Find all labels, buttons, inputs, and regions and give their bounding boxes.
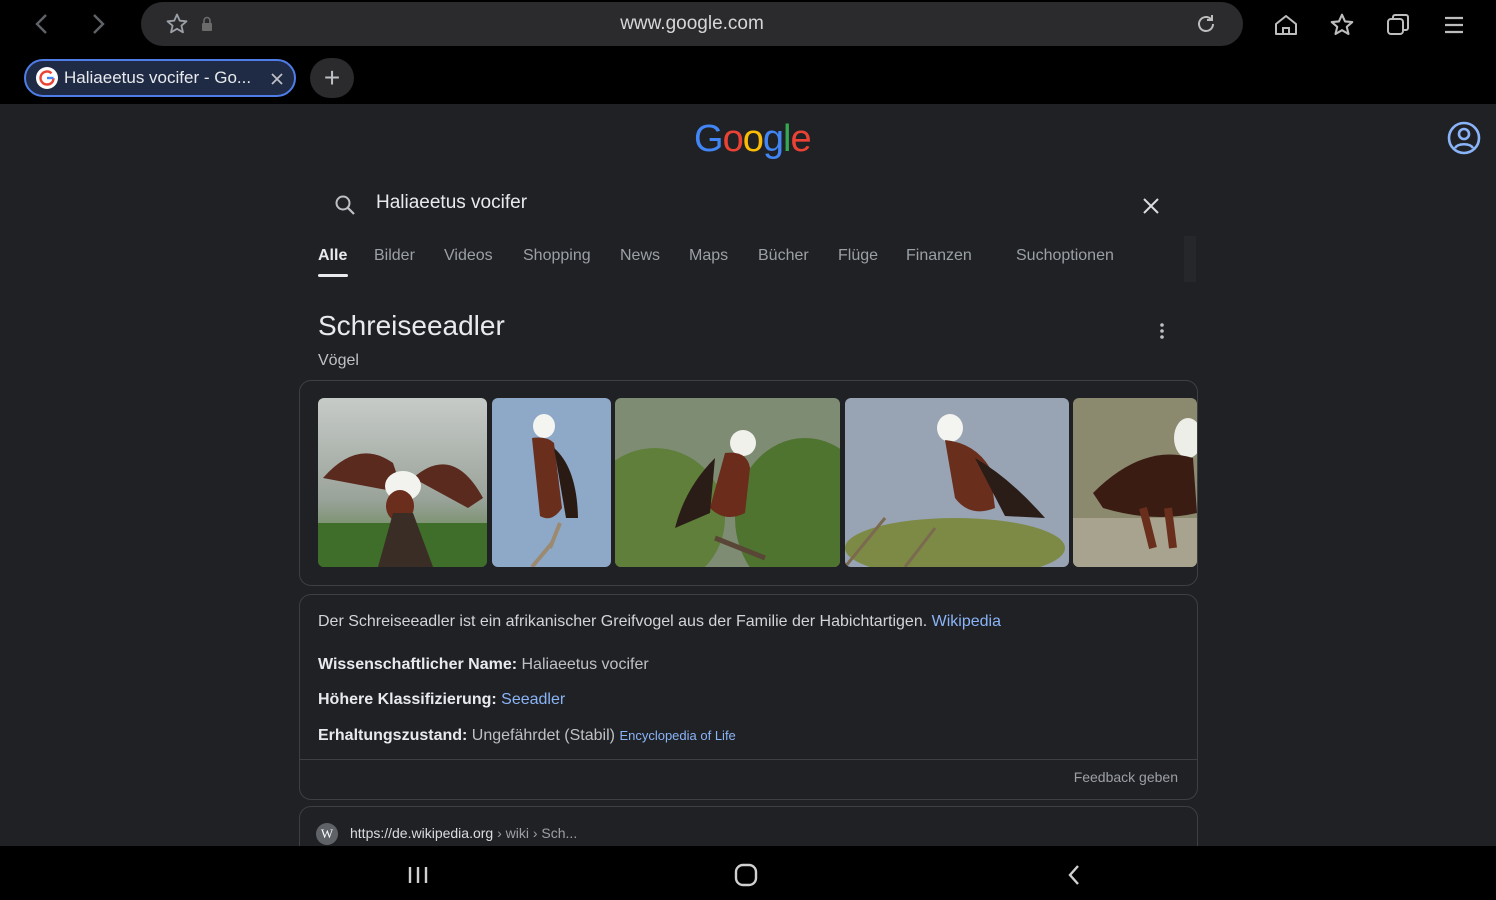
result-path: › wiki › Sch...	[493, 825, 578, 841]
new-tab-button[interactable]: +	[310, 58, 354, 98]
tab-bilder[interactable]: Bilder	[374, 247, 415, 265]
fact-label: Höhere Klassifizierung:	[318, 691, 497, 708]
seeadler-link[interactable]: Seeadler	[501, 691, 565, 708]
eagle-image-5[interactable]	[1073, 398, 1197, 567]
clear-search-icon[interactable]	[1138, 193, 1164, 219]
fact-label: Erhaltungszustand:	[318, 727, 468, 744]
eagle-image-1[interactable]	[318, 398, 487, 567]
menu-icon[interactable]	[1438, 10, 1470, 40]
tab-buecher[interactable]: Bücher	[758, 247, 809, 265]
divider	[300, 759, 1197, 760]
search-input[interactable]: Haliaeetus vocifer	[376, 192, 527, 214]
browser-tab-active[interactable]: Haliaeetus vocifer - Go...	[24, 59, 296, 97]
forward-icon[interactable]	[82, 6, 114, 42]
recent-apps-icon[interactable]	[402, 860, 434, 890]
search-icon[interactable]	[332, 192, 358, 218]
feedback-link[interactable]: Feedback geben	[1050, 769, 1178, 785]
logo-letter: g	[762, 118, 784, 160]
reload-icon[interactable]	[1191, 10, 1221, 38]
result-domain: https://de.wikipedia.org	[350, 825, 494, 841]
tabs-scroll-fade	[1184, 236, 1196, 282]
logo-letter: o	[722, 118, 744, 160]
home-nav-icon[interactable]	[730, 860, 762, 890]
bookmarks-icon[interactable]	[1326, 10, 1358, 40]
back-icon[interactable]	[26, 6, 58, 42]
fact-scientific-name: Wissenschaftlicher Name: Haliaeetus voci…	[318, 656, 649, 674]
eagle-image-3[interactable]	[615, 398, 840, 567]
tab-shopping[interactable]: Shopping	[523, 247, 591, 265]
tabs-icon[interactable]	[1382, 10, 1414, 40]
result-url[interactable]: https://de.wikipedia.org › wiki › Sch...	[350, 825, 577, 841]
logo-letter: e	[790, 118, 811, 160]
tab-videos[interactable]: Videos	[444, 247, 493, 265]
google-logo: Google	[694, 118, 812, 161]
tab-fluege[interactable]: Flüge	[838, 247, 878, 265]
tab-suchoptionen[interactable]: Suchoptionen	[1016, 247, 1114, 265]
tab-maps[interactable]: Maps	[689, 247, 728, 265]
lock-icon	[199, 14, 215, 34]
google-favicon-icon	[36, 67, 58, 89]
home-icon[interactable]	[1270, 10, 1302, 40]
plus-icon: +	[323, 62, 341, 93]
knowledge-panel-title: Schreiseeadler	[318, 310, 505, 341]
url-text[interactable]: www.google.com	[141, 2, 1243, 46]
fact-classification: Höhere Klassifizierung: Seeadler	[318, 691, 565, 709]
description-text: Der Schreiseeadler ist ein afrikanischer…	[318, 613, 928, 630]
bookmark-star-icon[interactable]	[163, 11, 191, 37]
knowledge-panel-subtitle: Vögel	[318, 352, 359, 369]
encyclopedia-of-life-link[interactable]: Encyclopedia of Life	[619, 728, 735, 743]
close-tab-icon[interactable]	[266, 68, 288, 90]
fact-value: Ungefährdet (Stabil)	[471, 727, 615, 744]
wikipedia-favicon-icon: W	[316, 823, 338, 845]
description: Der Schreiseeadler ist ein afrikanischer…	[318, 613, 1178, 631]
tab-title: Haliaeetus vocifer - Go...	[64, 68, 252, 87]
active-tab-indicator	[318, 274, 348, 277]
tab-finanzen[interactable]: Finanzen	[906, 247, 972, 265]
wikipedia-link[interactable]: Wikipedia	[932, 613, 1001, 630]
logo-letter: o	[742, 118, 764, 160]
more-options-icon[interactable]	[1150, 318, 1174, 344]
fact-label: Wissenschaftlicher Name:	[318, 656, 518, 673]
fact-value: Haliaeetus vocifer	[521, 656, 649, 673]
logo-letter: G	[694, 118, 724, 160]
eagle-image-4[interactable]	[845, 398, 1069, 567]
back-nav-icon[interactable]	[1058, 860, 1090, 890]
fact-conservation-status: Erhaltungszustand: Ungefährdet (Stabil) …	[318, 727, 736, 745]
account-icon[interactable]	[1446, 120, 1482, 156]
address-bar[interactable]: www.google.com	[141, 2, 1243, 46]
tab-news[interactable]: News	[620, 247, 660, 265]
eagle-image-2[interactable]	[492, 398, 611, 567]
tab-alle[interactable]: Alle	[318, 247, 347, 265]
